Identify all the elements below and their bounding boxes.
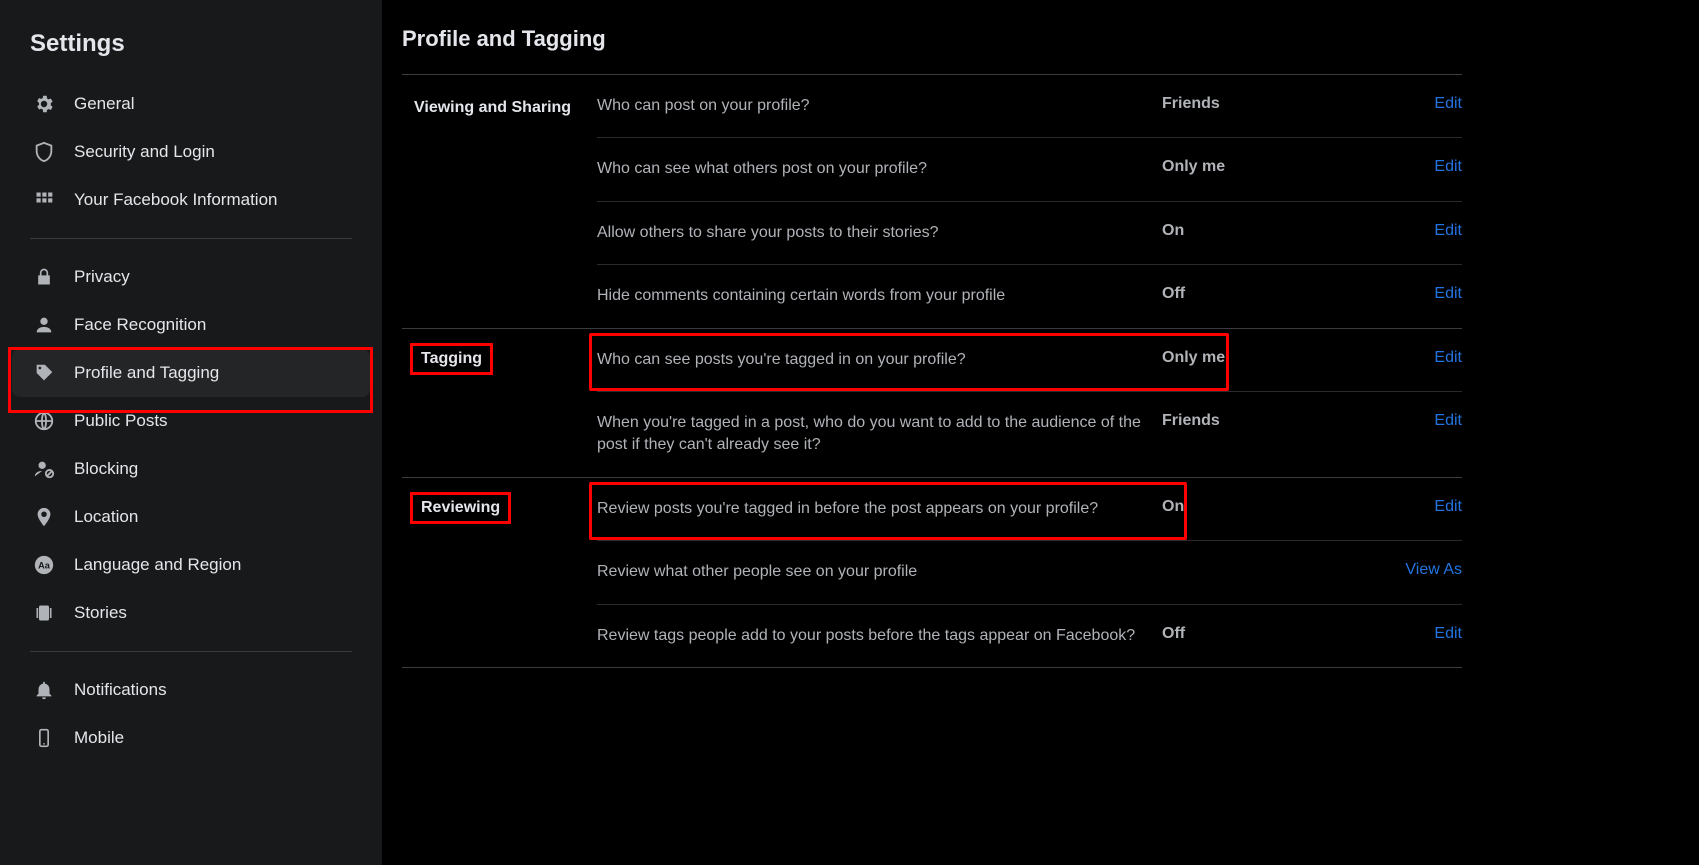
sidebar-item-blocking[interactable]: Blocking: [12, 445, 370, 493]
setting-value: On: [1162, 498, 1382, 516]
edit-link[interactable]: Edit: [1382, 349, 1462, 367]
sidebar-item-general[interactable]: General: [12, 80, 370, 128]
setting-value: Friends: [1162, 412, 1382, 430]
section-label-text: Tagging: [417, 348, 486, 370]
sidebar-title: Settings: [10, 20, 372, 80]
main-content: Profile and Tagging Viewing and Sharing …: [382, 0, 1699, 865]
edit-link[interactable]: Edit: [1382, 158, 1462, 176]
language-icon: Aa: [32, 553, 56, 577]
edit-link[interactable]: Edit: [1382, 222, 1462, 240]
stories-icon: [32, 601, 56, 625]
section-label: Viewing and Sharing: [402, 75, 597, 328]
sidebar-item-label: Privacy: [74, 267, 130, 287]
setting-question: Who can see posts you're tagged in on yo…: [597, 349, 1162, 371]
sidebar-item-label: Blocking: [74, 459, 138, 479]
section-label: Tagging: [402, 329, 597, 477]
sidebar-item-notifications[interactable]: Notifications: [12, 666, 370, 714]
setting-row: Review what other people see on your pro…: [597, 540, 1462, 603]
setting-question: Review posts you're tagged in before the…: [597, 498, 1162, 520]
viewas-link[interactable]: View As: [1382, 561, 1462, 579]
edit-link[interactable]: Edit: [1382, 95, 1462, 113]
setting-question: Who can post on your profile?: [597, 95, 1162, 117]
section-label-text: Reviewing: [417, 497, 504, 519]
setting-row: Who can see what others post on your pro…: [597, 137, 1462, 200]
section-reviewing: Reviewing Review posts you're tagged in …: [402, 478, 1462, 668]
setting-value: On: [1162, 222, 1382, 240]
divider: [30, 238, 352, 239]
tag-icon: [32, 361, 56, 385]
section-label-text: Viewing and Sharing: [410, 97, 575, 119]
sidebar-item-label: Location: [74, 507, 138, 527]
sidebar-item-label: Language and Region: [74, 555, 241, 575]
edit-link[interactable]: Edit: [1382, 285, 1462, 303]
sidebar-item-language-region[interactable]: Aa Language and Region: [12, 541, 370, 589]
settings-sidebar: Settings General Security and Login Your…: [0, 0, 382, 865]
sidebar-item-stories[interactable]: Stories: [12, 589, 370, 637]
divider: [30, 651, 352, 652]
sidebar-item-mobile[interactable]: Mobile: [12, 714, 370, 762]
location-pin-icon: [32, 505, 56, 529]
setting-question: Hide comments containing certain words f…: [597, 285, 1162, 307]
highlight-tagging-label: Tagging: [410, 343, 493, 375]
face-icon: [32, 313, 56, 337]
block-user-icon: [32, 457, 56, 481]
sidebar-item-face-recognition[interactable]: Face Recognition: [12, 301, 370, 349]
sidebar-item-security[interactable]: Security and Login: [12, 128, 370, 176]
bell-icon: [32, 678, 56, 702]
edit-link[interactable]: Edit: [1382, 498, 1462, 516]
highlight-reviewing-label: Reviewing: [410, 492, 511, 524]
lock-icon: [32, 265, 56, 289]
setting-row: Review posts you're tagged in before the…: [597, 478, 1462, 540]
sidebar-item-label: Stories: [74, 603, 127, 623]
setting-row: Allow others to share your posts to thei…: [597, 201, 1462, 264]
sidebar-item-label: Notifications: [74, 680, 167, 700]
setting-row: Who can see posts you're tagged in on yo…: [597, 329, 1462, 391]
setting-row: Hide comments containing certain words f…: [597, 264, 1462, 327]
grid-icon: [32, 188, 56, 212]
sidebar-item-location[interactable]: Location: [12, 493, 370, 541]
setting-value: Only me: [1162, 158, 1382, 176]
setting-value: Friends: [1162, 95, 1382, 113]
sidebar-item-label: Face Recognition: [74, 315, 206, 335]
setting-row: Who can post on your profile? Friends Ed…: [597, 75, 1462, 137]
setting-question: Review tags people add to your posts bef…: [597, 625, 1162, 647]
gear-icon: [32, 92, 56, 116]
setting-value: Off: [1162, 285, 1382, 303]
setting-question: Review what other people see on your pro…: [597, 561, 1162, 583]
sidebar-item-privacy[interactable]: Privacy: [12, 253, 370, 301]
setting-value: Only me: [1162, 349, 1382, 367]
sidebar-item-label: Security and Login: [74, 142, 215, 162]
setting-question: Who can see what others post on your pro…: [597, 158, 1162, 180]
edit-link[interactable]: Edit: [1382, 412, 1462, 430]
setting-row: When you're tagged in a post, who do you…: [597, 391, 1462, 477]
sidebar-item-label: General: [74, 94, 134, 114]
sidebar-item-label: Your Facebook Information: [74, 190, 278, 210]
globe-icon: [32, 409, 56, 433]
sidebar-item-your-info[interactable]: Your Facebook Information: [12, 176, 370, 224]
setting-value: Off: [1162, 625, 1382, 643]
sidebar-item-label: Public Posts: [74, 411, 168, 431]
mobile-icon: [32, 726, 56, 750]
section-tagging: Tagging Who can see posts you're tagged …: [402, 329, 1462, 478]
sidebar-item-label: Profile and Tagging: [74, 363, 219, 383]
shield-icon: [32, 140, 56, 164]
setting-question: Allow others to share your posts to thei…: [597, 222, 1162, 244]
sidebar-item-profile-tagging[interactable]: Profile and Tagging: [12, 349, 370, 397]
edit-link[interactable]: Edit: [1382, 625, 1462, 643]
section-label: Reviewing: [402, 478, 597, 667]
svg-text:Aa: Aa: [38, 561, 51, 571]
section-viewing-sharing: Viewing and Sharing Who can post on your…: [402, 75, 1462, 329]
page-title: Profile and Tagging: [402, 26, 1462, 74]
sidebar-item-public-posts[interactable]: Public Posts: [12, 397, 370, 445]
setting-question: When you're tagged in a post, who do you…: [597, 412, 1162, 457]
setting-row: Review tags people add to your posts bef…: [597, 604, 1462, 667]
sidebar-item-label: Mobile: [74, 728, 124, 748]
